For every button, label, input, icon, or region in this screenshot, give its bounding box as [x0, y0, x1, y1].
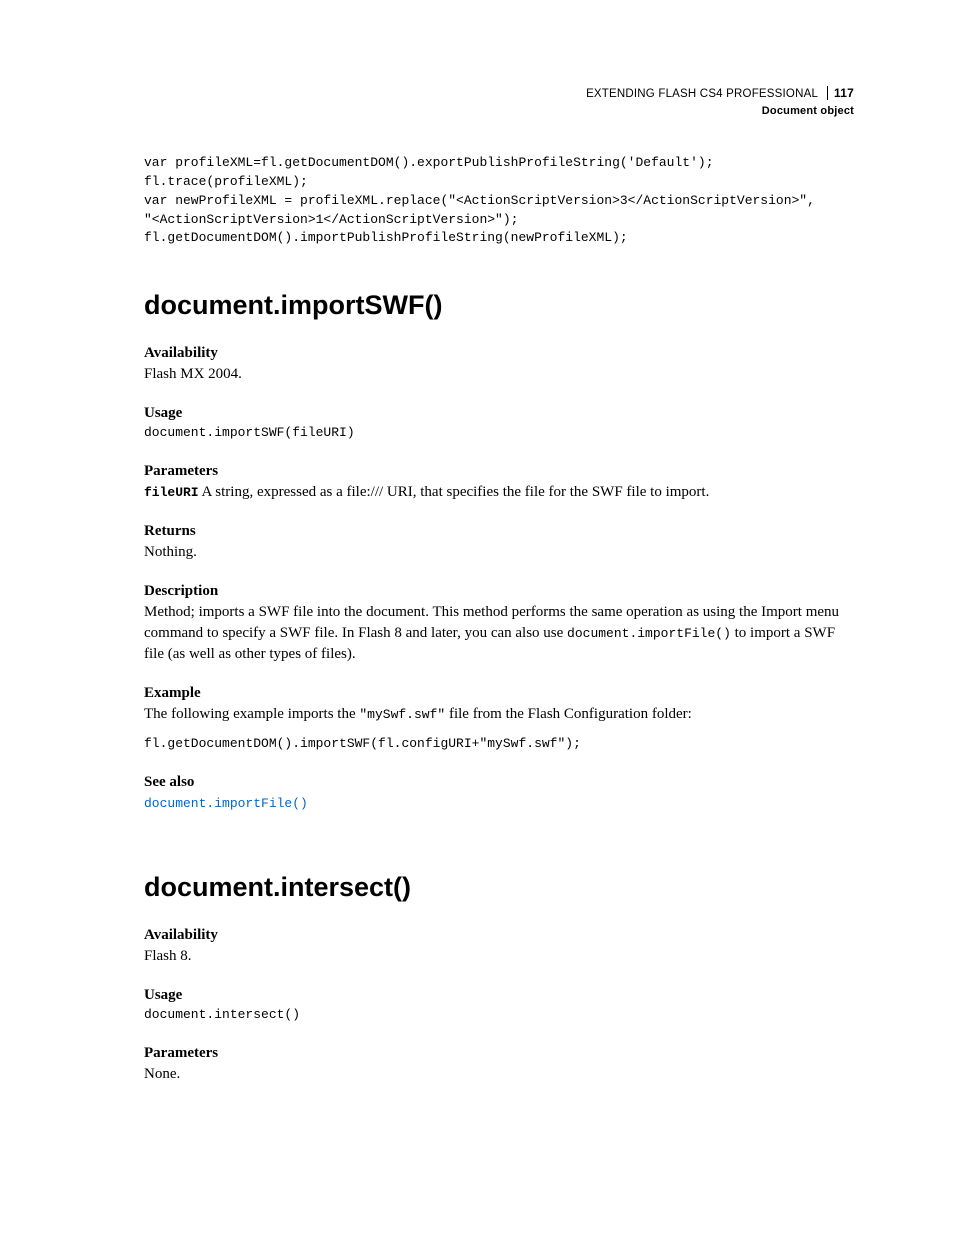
usage-code-2: document.intersect(): [144, 1006, 854, 1025]
availability-text-2: Flash 8.: [144, 946, 854, 967]
method-intersect-title: document.intersect(): [144, 872, 854, 903]
example-part1: The following example imports the: [144, 706, 359, 722]
parameters-heading-2: Parameters: [144, 1045, 854, 1062]
description-heading: Description: [144, 583, 854, 600]
example-part2: file from the Flash Configuration folder…: [445, 706, 692, 722]
returns-heading: Returns: [144, 523, 854, 540]
example-inline-code: "mySwf.swf": [359, 707, 445, 722]
section-name: Document object: [586, 104, 854, 118]
param-desc: A string, expressed as a file:/// URI, t…: [199, 484, 710, 500]
example-intro: The following example imports the "mySwf…: [144, 704, 854, 725]
usage-heading-2: Usage: [144, 987, 854, 1004]
page-number: 117: [827, 86, 854, 100]
example-heading: Example: [144, 685, 854, 702]
parameter-fileuri: fileURI A string, expressed as a file://…: [144, 482, 854, 503]
description-inline-code: document.importFile(): [567, 626, 731, 641]
availability-text: Flash MX 2004.: [144, 364, 854, 385]
page-content: var profileXML=fl.getDocumentDOM().expor…: [144, 154, 854, 1085]
book-title: EXTENDING FLASH CS4 PROFESSIONAL: [586, 88, 818, 100]
method-importswf-title: document.importSWF(): [144, 290, 854, 321]
seealso-link[interactable]: document.importFile(): [144, 796, 308, 811]
param-name: fileURI: [144, 485, 199, 500]
top-code-block: var profileXML=fl.getDocumentDOM().expor…: [144, 154, 854, 248]
page-header: EXTENDING FLASH CS4 PROFESSIONAL 117 Doc…: [586, 86, 854, 118]
availability-heading: Availability: [144, 345, 854, 362]
seealso-heading: See also: [144, 774, 854, 791]
page: EXTENDING FLASH CS4 PROFESSIONAL 117 Doc…: [0, 0, 954, 1235]
usage-code: document.importSWF(fileURI): [144, 424, 854, 443]
description-text: Method; imports a SWF file into the docu…: [144, 602, 854, 665]
parameters-heading: Parameters: [144, 463, 854, 480]
usage-heading: Usage: [144, 405, 854, 422]
parameters-text-2: None.: [144, 1064, 854, 1085]
availability-heading-2: Availability: [144, 927, 854, 944]
seealso-text: document.importFile(): [144, 793, 854, 814]
returns-text: Nothing.: [144, 542, 854, 563]
example-code: fl.getDocumentDOM().importSWF(fl.configU…: [144, 735, 854, 754]
header-top-line: EXTENDING FLASH CS4 PROFESSIONAL 117: [586, 86, 854, 102]
